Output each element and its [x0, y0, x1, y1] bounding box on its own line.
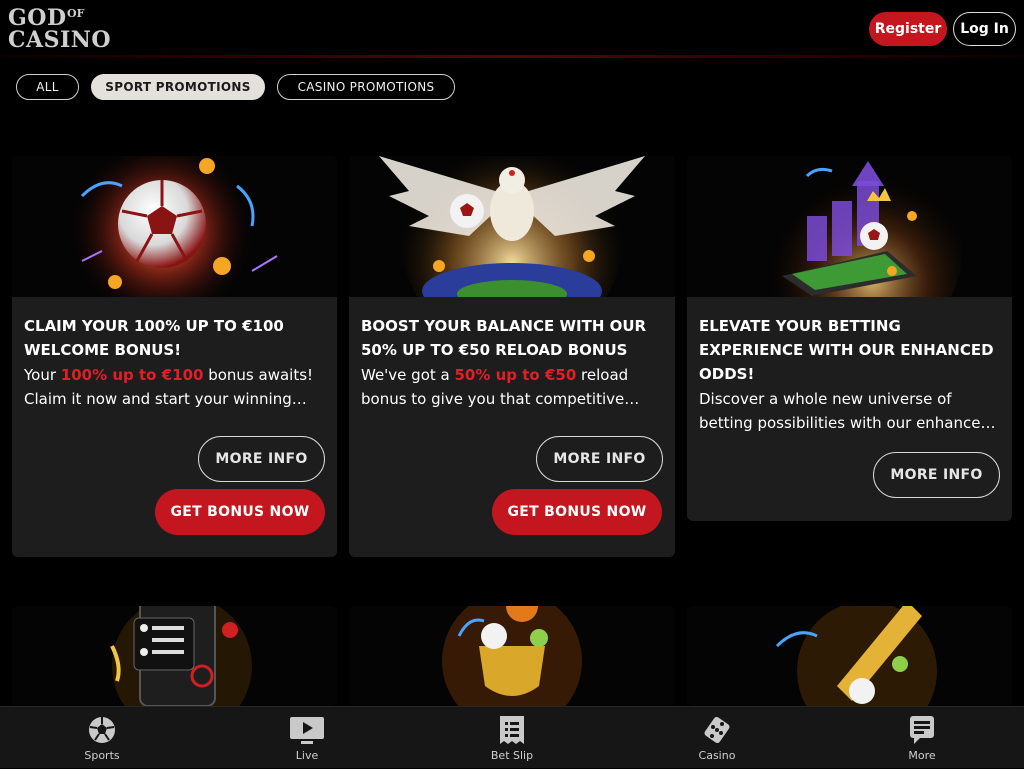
promotion-description: Your 100% up to €100 bonus awaits! Claim…	[24, 363, 323, 411]
nav-live[interactable]: Live	[247, 707, 367, 769]
desc-text: Your	[24, 366, 61, 384]
nav-bet-slip[interactable]: Bet Slip	[452, 707, 572, 769]
more-menu-icon	[910, 716, 934, 744]
desc-highlight: 100% up to €100	[60, 366, 204, 384]
promotion-banner-image	[349, 156, 675, 297]
nav-casino[interactable]: Casino	[657, 707, 777, 769]
more-info-button[interactable]: MORE INFO	[873, 452, 1000, 498]
phone-betslip-illustration	[12, 606, 337, 706]
get-bonus-now-button[interactable]: GET BONUS NOW	[155, 489, 325, 535]
trophy-balls-illustration	[349, 606, 675, 706]
nav-label: Live	[295, 749, 319, 762]
promotion-description: Discover a whole new universe of betting…	[699, 390, 991, 432]
nav-label: More	[908, 749, 936, 762]
get-bonus-now-button[interactable]: GET BONUS NOW	[492, 489, 662, 535]
desc-highlight: 50% up to €50	[454, 366, 577, 384]
rocket-illustration	[687, 606, 1012, 706]
promotion-card[interactable]	[12, 606, 337, 706]
promotion-card-welcome-bonus: CLAIM YOUR 100% UP TO €100 WELCOME BONUS…	[12, 156, 337, 557]
desc-text: We've got a	[361, 366, 455, 384]
promotion-card[interactable]	[687, 606, 1012, 706]
promotion-title: BOOST YOUR BALANCE WITH OUR 50% UP TO €5…	[361, 317, 647, 359]
more-info-button[interactable]: MORE INFO	[536, 436, 663, 482]
receipt-icon	[500, 716, 524, 744]
logo-text-of: OF	[67, 7, 85, 20]
nav-sports[interactable]: Sports	[42, 707, 162, 769]
login-button[interactable]: Log In	[953, 12, 1016, 46]
play-screen-icon	[290, 717, 324, 744]
more-info-button[interactable]: MORE INFO	[198, 436, 325, 482]
filter-all[interactable]: ALL	[16, 74, 79, 100]
promotion-card-enhanced-odds: ELEVATE YOUR BETTING EXPERIENCE WITH OUR…	[687, 156, 1012, 521]
top-header: GOD OF CASINO Register Log In	[0, 0, 1024, 58]
soccer-ball-fire-illustration	[12, 156, 337, 297]
nav-label: Casino	[698, 749, 736, 762]
filter-casino-promotions[interactable]: CASINO PROMOTIONS	[277, 74, 455, 100]
promotion-banner-image	[12, 156, 337, 297]
promotion-card-reload-bonus: BOOST YOUR BALANCE WITH OUR 50% UP TO €5…	[349, 156, 675, 557]
phone-stadium-arrow-illustration	[687, 156, 1012, 297]
bottom-navigation: Sports Live Bet Slip Casino More	[0, 706, 1024, 768]
winged-god-stadium-illustration	[349, 156, 675, 297]
filter-sport-promotions[interactable]: SPORT PROMOTIONS	[91, 74, 265, 100]
soccer-ball-icon	[89, 717, 115, 743]
promotion-banner-image	[687, 156, 1012, 297]
god-of-casino-logo[interactable]: GOD OF CASINO	[8, 6, 111, 52]
logo-text-casino: CASINO	[8, 27, 112, 53]
register-button[interactable]: Register	[869, 12, 947, 46]
promotion-description: We've got a 50% up to €50 reload bonus t…	[361, 363, 661, 411]
promotion-title: ELEVATE YOUR BETTING EXPERIENCE WITH OUR…	[699, 317, 994, 383]
nav-more[interactable]: More	[862, 707, 982, 769]
promotion-title: CLAIM YOUR 100% UP TO €100 WELCOME BONUS…	[24, 317, 284, 359]
dice-icon	[704, 717, 730, 743]
promotion-card[interactable]	[349, 606, 675, 706]
nav-label: Bet Slip	[490, 749, 534, 762]
nav-label: Sports	[84, 749, 120, 762]
